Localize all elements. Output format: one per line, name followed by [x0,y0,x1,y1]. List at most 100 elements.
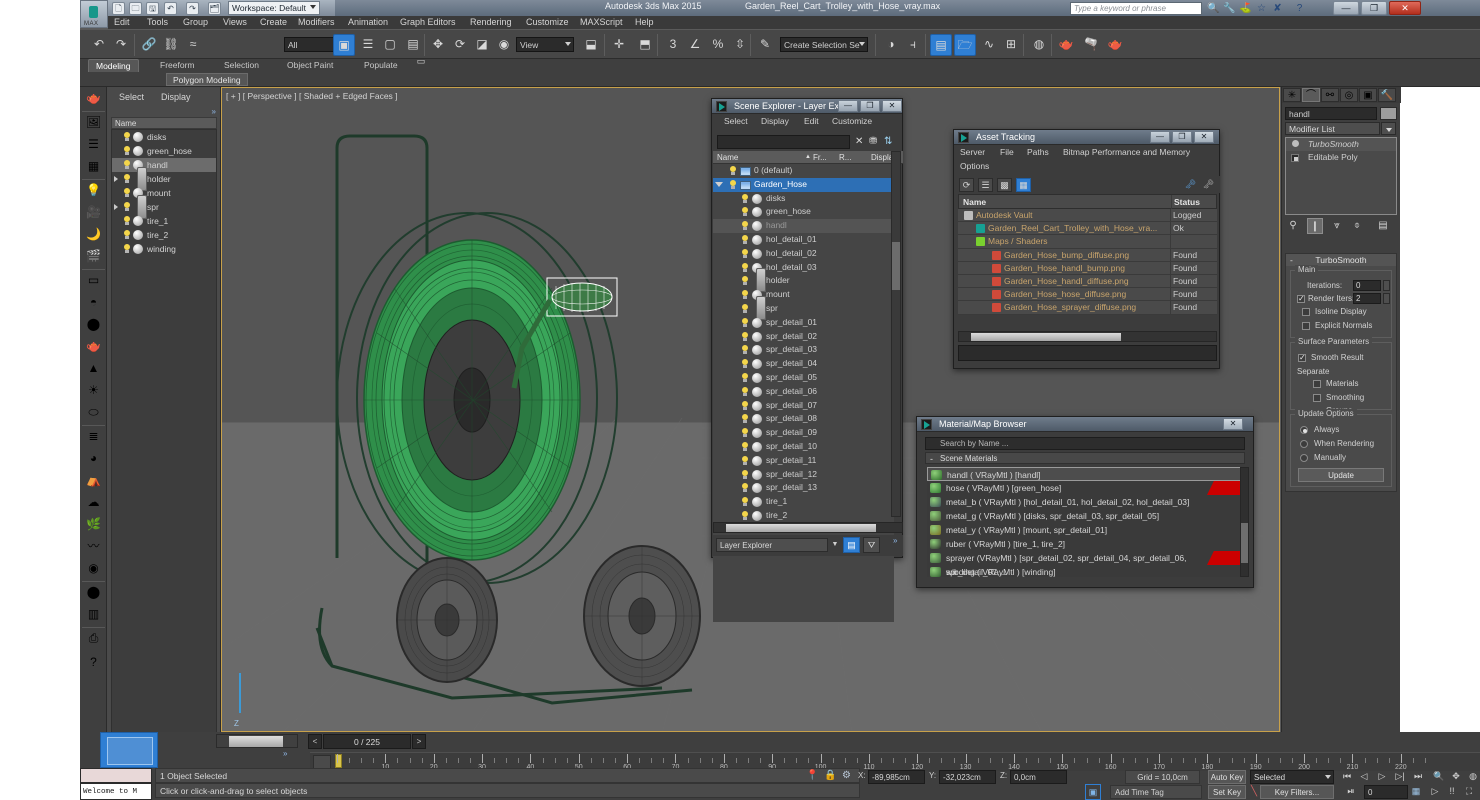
time-slider-field[interactable]: 0 / 225 [323,734,411,749]
layers-icon[interactable]: ≣ [83,427,104,447]
cone-primitive-icon[interactable]: ▲ [83,359,104,379]
asset-tracking-titlebar[interactable]: Asset Tracking — ❐ ✕ [954,130,1219,145]
ribbon-subtab-polygon-modeling[interactable]: Polygon Modeling [166,73,248,86]
table-row[interactable]: spr_detail_11✳ [713,454,894,468]
selection-lock-icon[interactable]: 🔒 [824,770,836,781]
table-row[interactable]: spr_detail_05✳ [713,371,894,385]
select-and-rotate-icon[interactable]: ⟳ [449,34,471,56]
light-bulb-icon[interactable] [741,303,749,314]
light-bulb-icon[interactable] [741,248,749,259]
isoline-display-checkbox[interactable] [1302,308,1310,316]
table-row[interactable]: spr_detail_04✳ [713,357,894,371]
expand-arrow-icon[interactable] [114,176,118,182]
sort-icon[interactable]: ⇅ [884,136,892,147]
unlink-selection-icon[interactable]: ⛓ [160,34,182,56]
table-row[interactable]: tire_1✳ [713,495,894,509]
table-row[interactable]: mount✳ [713,288,894,302]
remove-modifier-icon[interactable]: ⌽ [1349,218,1365,234]
menu-item-animation[interactable]: Animation [348,17,388,27]
modifier-list-dropdown-button[interactable] [1381,122,1396,135]
subscription-icon[interactable]: ⛳ [1238,2,1253,15]
table-row[interactable]: Garden_Reel_Cart_Trolley_with_Hose_vra..… [958,222,1217,236]
light-bulb-icon[interactable] [741,386,749,397]
create-tab-icon[interactable]: ✳ [1283,88,1301,102]
light-bulb-icon[interactable] [123,160,131,170]
render-presets-icon[interactable]: ▦ [83,157,104,177]
material-search-input[interactable]: Search by Name ... [925,437,1245,450]
scrollbar-thumb[interactable] [229,736,283,747]
render-iters-spinner[interactable] [1383,293,1390,304]
scene-materials-group-header[interactable]: - Scene Materials [925,452,1245,464]
y-coord-field[interactable]: -32,023cm [939,770,996,784]
list-item[interactable]: mount [112,186,216,200]
left-panel-object-list[interactable]: disks green_hose handl holder mount spr tire_1… [111,129,217,739]
list-item[interactable]: holder [112,167,216,191]
table-row[interactable]: spr✳ [713,295,894,320]
list-item[interactable]: metal_y ( VRayMtl ) [mount, spr_detail_0… [927,523,1245,537]
table-row[interactable]: spr_detail_07✳ [713,399,894,413]
scrollbar-thumb[interactable] [971,333,1121,341]
key-mode-toggle-icon[interactable]: ⏯ [1344,785,1358,799]
show-end-result-icon[interactable]: ❙ [1307,218,1323,234]
hair-fur-icon[interactable]: 〰 [83,537,104,557]
rollout-collapse-icon[interactable]: - [1290,254,1293,266]
menu-item-rendering[interactable]: Rendering [470,17,512,27]
light-bulb-icon[interactable] [741,400,749,411]
list-item[interactable]: spr [112,195,216,219]
modifier-stack[interactable]: TurboSmooth Editable Poly [1285,137,1397,215]
material-editor-icon[interactable]: ◍ [1028,34,1050,56]
percent-snap-toggle-icon[interactable]: % [707,34,729,56]
light-bulb-icon[interactable] [741,428,749,438]
light-bulb-icon[interactable] [123,188,131,198]
table-row[interactable]: Garden_Hose_sprayer_diffuse.png Found [958,301,1217,315]
modifier-stack-item[interactable]: Editable Poly [1286,151,1396,164]
at-menu-paths[interactable]: Paths [1027,147,1049,157]
table-row[interactable]: Maps / Shaders [958,235,1217,249]
time-configuration-icon[interactable]: ▦ [1409,785,1423,799]
light-bulb-icon[interactable] [741,221,749,231]
light-bulb-icon[interactable] [741,441,749,452]
scene-explorer-close[interactable]: ✕ [882,100,902,112]
align-icon[interactable]: ⫞ [902,34,924,56]
table-row[interactable]: Garden_Hose✳ [713,177,894,192]
curve-editor-icon[interactable]: ∿ [978,34,1000,56]
prev-frame-button[interactable]: < [308,734,322,749]
table-row[interactable]: spr_detail_01✳ [713,316,894,330]
displacement-icon[interactable]: ◉ [83,559,104,579]
dome-primitive-icon[interactable]: ◓ [83,293,104,313]
select-object-icon[interactable]: ▣ [333,34,355,56]
light-bulb-icon[interactable] [741,372,749,383]
auto-key-button[interactable]: Auto Key [1208,770,1246,784]
light-bulb-icon[interactable] [741,345,749,355]
se-menu-display[interactable]: Display [761,116,789,126]
base-object-expand-icon[interactable] [1291,154,1299,162]
light-bulb-icon[interactable] [741,317,749,328]
ellipse-primitive-icon[interactable]: ⬭ [83,403,104,423]
select-and-place-icon[interactable]: ◉ [493,34,515,56]
orbit-icon[interactable]: ◍ [1466,770,1480,784]
table-row[interactable]: hol_detail_01✳ [713,233,894,247]
zoom-icon[interactable]: 🔍 [1432,770,1446,784]
window-crossing-toggle-icon[interactable]: ▤ [402,34,424,56]
tab-object-paint[interactable]: Object Paint [280,59,340,72]
wrench-icon[interactable]: 🔧 [1222,2,1237,15]
rendered-frame-window-icon[interactable]: 🫗 [1080,34,1102,56]
ribbon-minimize-icon[interactable]: ▭ [412,56,430,68]
search-input[interactable]: Type a keyword or phrase [1070,2,1202,15]
table-row[interactable]: spr_detail_10✳ [713,440,894,454]
edit-named-selection-sets-icon[interactable]: ✎ [754,34,776,56]
manage-layers-icon[interactable]: ▤ [930,34,952,56]
tab-populate[interactable]: Populate [357,59,405,72]
table-row[interactable]: Autodesk VaultLogged Out . [958,209,1217,233]
list-item[interactable]: winding [112,242,216,256]
select-and-manipulate-icon[interactable]: ✛ [608,34,630,56]
min-max-toggle-icon[interactable]: ⛶ [1462,785,1476,799]
separate-materials-checkbox[interactable] [1313,380,1321,388]
light-bulb-icon[interactable] [123,132,131,142]
angle-snap-toggle-icon[interactable]: ∠ [684,34,706,56]
menu-item-graph-editors[interactable]: Graph Editors [400,17,456,27]
light-bulb-icon[interactable] [729,166,737,176]
light-bulb-icon[interactable] [741,510,749,521]
set-key-button[interactable]: Set Key [1208,785,1246,799]
se-col-name[interactable]: Name [717,153,738,162]
